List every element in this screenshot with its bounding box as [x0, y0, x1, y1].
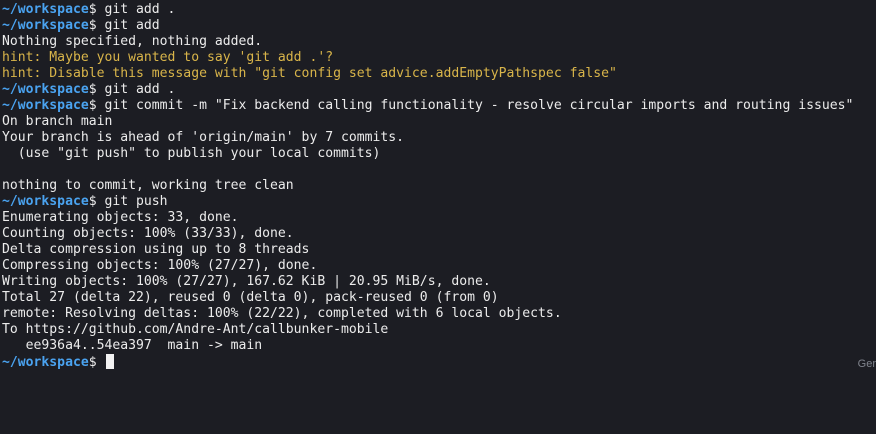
output-text: Delta compression using up to 8 threads [2, 242, 310, 257]
prompt-path: ~/workspace [2, 18, 89, 33]
output-line: Your branch is ahead of 'origin/main' by… [2, 130, 876, 146]
output-line: (use "git push" to publish your local co… [2, 146, 876, 162]
output-text: Total 27 (delta 22), reused 0 (delta 0),… [2, 290, 499, 305]
output-line: Compressing objects: 100% (27/27), done. [2, 258, 876, 274]
output-line: ee936a4..54ea397 main -> main [2, 338, 876, 354]
hint-text: hint: Disable this message with "git con… [2, 66, 617, 81]
command-text: git push [96, 194, 168, 209]
output-text: Writing objects: 100% (27/27), 167.62 Ki… [2, 274, 491, 289]
terminal-output: ~/workspace$ git add . ~/workspace$ git a… [2, 2, 876, 370]
prompt-symbol: $ [88, 194, 97, 209]
prompt-path: ~/workspace [2, 98, 89, 113]
prompt-symbol: $ [88, 98, 97, 113]
command-text: git add [96, 18, 160, 33]
command-input[interactable] [97, 355, 105, 370]
output-text: Compressing objects: 100% (27/27), done. [2, 258, 318, 273]
edge-label: Ger [857, 358, 876, 370]
output-line: Enumerating objects: 33, done. [2, 210, 876, 226]
active-prompt-line: ~/workspace$ [2, 354, 876, 370]
prompt-symbol: $ [88, 355, 97, 370]
output-text: remote: Resolving deltas: 100% (22/22), … [2, 306, 562, 321]
output-text: Nothing specified, nothing added. [2, 34, 263, 49]
prompt-path: ~/workspace [2, 2, 89, 17]
prompt-line: ~/workspace$ git add . [2, 2, 876, 18]
prompt-line: ~/workspace$ git add [2, 18, 876, 34]
prompt-symbol: $ [88, 2, 97, 17]
output-text: Enumerating objects: 33, done. [2, 210, 239, 225]
prompt-symbol: $ [88, 18, 97, 33]
output-line: Total 27 (delta 22), reused 0 (delta 0),… [2, 290, 876, 306]
output-line: Nothing specified, nothing added. [2, 34, 876, 50]
output-text: Your branch is ahead of 'origin/main' by… [2, 130, 405, 145]
output-text: To https://github.com/Andre-Ant/callbunk… [2, 322, 389, 337]
command-text: git add . [96, 2, 176, 17]
output-line: Writing objects: 100% (27/27), 167.62 Ki… [2, 274, 876, 290]
prompt-line: ~/workspace$ git add . [2, 82, 876, 98]
prompt-symbol: $ [88, 82, 97, 97]
hint-line: hint: Disable this message with "git con… [2, 66, 876, 82]
prompt-path: ~/workspace [2, 355, 89, 370]
command-text: git commit -m "Fix backend calling funct… [96, 98, 854, 113]
prompt-line: ~/workspace$ git commit -m "Fix backend … [2, 98, 876, 114]
output-text: (use "git push" to publish your local co… [2, 146, 381, 161]
hint-line: hint: Maybe you wanted to say 'git add .… [2, 50, 876, 66]
text-cursor [105, 354, 114, 369]
output-text: Counting objects: 100% (33/33), done. [2, 226, 294, 241]
terminal-window[interactable]: ~/workspace$ git add . ~/workspace$ git a… [0, 0, 876, 434]
output-line: nothing to commit, working tree clean [2, 178, 876, 194]
command-text: git add . [96, 82, 176, 97]
output-line: On branch main [2, 114, 876, 130]
output-text: nothing to commit, working tree clean [2, 178, 294, 193]
prompt-path: ~/workspace [2, 194, 89, 209]
output-text: On branch main [2, 114, 113, 129]
output-line: Counting objects: 100% (33/33), done. [2, 226, 876, 242]
prompt-path: ~/workspace [2, 82, 89, 97]
output-text: ee936a4..54ea397 main -> main [2, 338, 263, 353]
output-line: remote: Resolving deltas: 100% (22/22), … [2, 306, 876, 322]
prompt-line: ~/workspace$ git push [2, 194, 876, 210]
output-line: Delta compression using up to 8 threads [2, 242, 876, 258]
hint-text: hint: Maybe you wanted to say 'git add .… [2, 50, 334, 65]
output-line: To https://github.com/Andre-Ant/callbunk… [2, 322, 876, 338]
